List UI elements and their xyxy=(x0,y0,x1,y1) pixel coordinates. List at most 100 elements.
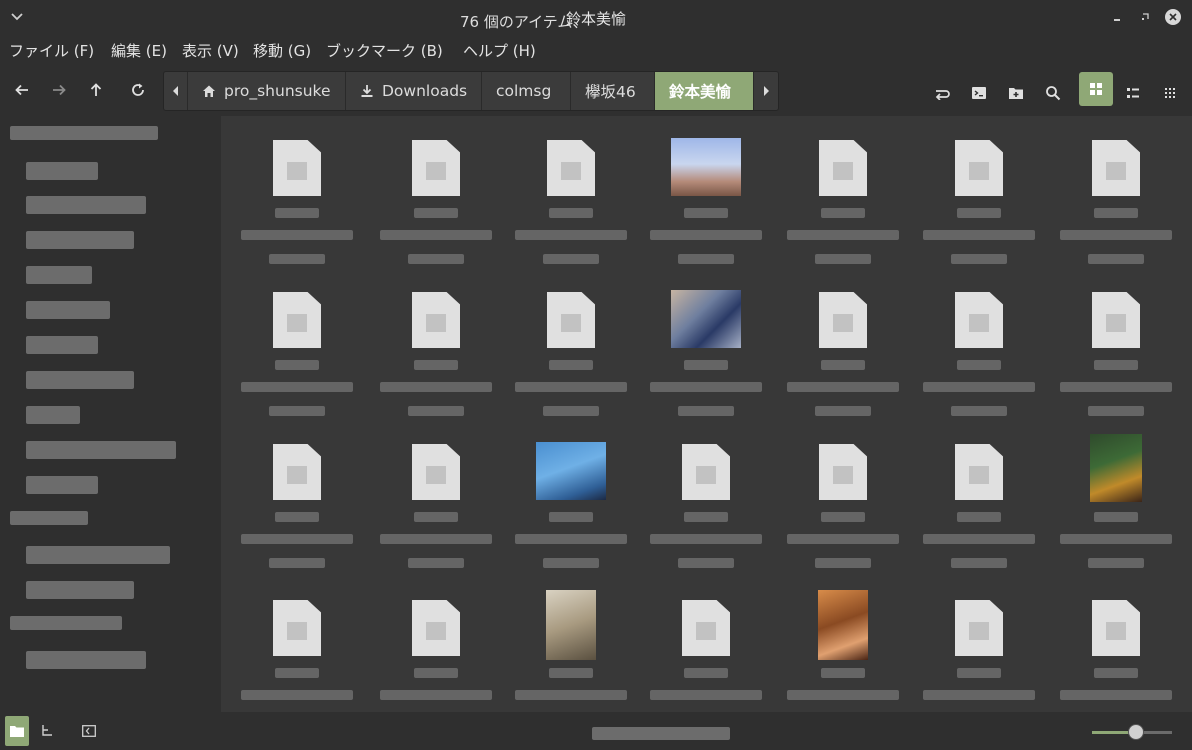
file-name-label xyxy=(1094,668,1138,678)
menu-file[interactable]: ファイル (F) xyxy=(9,40,94,61)
forward-button[interactable] xyxy=(45,76,73,104)
file-item[interactable] xyxy=(376,586,496,712)
file-item[interactable] xyxy=(646,278,766,428)
sidebar-item[interactable] xyxy=(26,546,170,564)
file-item[interactable] xyxy=(237,278,357,428)
file-item[interactable] xyxy=(237,430,357,580)
sidebar-item[interactable] xyxy=(26,266,92,284)
sidebar-item[interactable] xyxy=(26,476,98,494)
file-item[interactable] xyxy=(376,430,496,580)
file-item[interactable] xyxy=(646,430,766,580)
file-item[interactable] xyxy=(376,126,496,276)
file-item[interactable] xyxy=(1056,586,1176,712)
maximize-icon[interactable] xyxy=(1134,6,1156,28)
back-button[interactable] xyxy=(8,76,36,104)
sidebar-item[interactable] xyxy=(26,231,134,249)
file-item[interactable] xyxy=(919,126,1039,276)
sidebar-item[interactable] xyxy=(26,336,98,354)
reload-icon xyxy=(132,83,144,96)
breadcrumb-home[interactable]: pro_shunsuke xyxy=(188,72,346,110)
file-item[interactable] xyxy=(919,586,1039,712)
file-item[interactable] xyxy=(511,430,631,580)
chevron-left-icon xyxy=(172,86,178,96)
breadcrumb-downloads[interactable]: Downloads xyxy=(346,72,482,110)
menu-help[interactable]: ヘルプ (H) xyxy=(463,40,536,61)
show-tree-button[interactable] xyxy=(35,716,59,746)
sidebar-item[interactable] xyxy=(26,162,98,180)
status-item-count: 76 個のアイテム、 xyxy=(460,13,588,31)
file-item[interactable] xyxy=(646,586,766,712)
zoom-slider-handle[interactable] xyxy=(1128,724,1144,740)
file-item[interactable] xyxy=(919,278,1039,428)
text-file-icon xyxy=(547,140,595,196)
sidebar-item[interactable] xyxy=(26,406,80,424)
sidebar-item[interactable] xyxy=(26,581,134,599)
terminal-icon xyxy=(972,87,986,99)
sidebar-item[interactable] xyxy=(26,301,110,319)
new-folder-icon xyxy=(1009,88,1023,99)
file-item[interactable] xyxy=(511,126,631,276)
file-name-label xyxy=(957,360,1001,370)
file-name-label xyxy=(1060,382,1172,392)
file-name-label xyxy=(549,208,593,218)
file-name-label xyxy=(1060,534,1172,544)
file-item[interactable] xyxy=(783,586,903,712)
file-name-label xyxy=(951,406,1007,416)
minimize-icon[interactable] xyxy=(1106,6,1128,28)
file-item[interactable] xyxy=(1056,278,1176,428)
file-name-label xyxy=(1060,230,1172,240)
file-item[interactable] xyxy=(237,586,357,712)
status-free-space xyxy=(592,727,730,740)
file-item[interactable] xyxy=(1056,430,1176,580)
file-name-label xyxy=(380,690,492,700)
file-item[interactable] xyxy=(511,278,631,428)
breadcrumb-keyakizaka[interactable]: 欅坂46 xyxy=(571,72,655,110)
sidebar-item[interactable] xyxy=(26,196,146,214)
file-item[interactable] xyxy=(511,586,631,712)
menu-bookmarks[interactable]: ブックマーク (B) xyxy=(326,40,443,61)
sidebar-item[interactable] xyxy=(26,371,134,389)
file-item[interactable] xyxy=(919,430,1039,580)
menu-go[interactable]: 移動 (G) xyxy=(253,40,311,61)
file-item[interactable] xyxy=(1056,126,1176,276)
file-item[interactable] xyxy=(376,278,496,428)
toggle-location-button[interactable] xyxy=(925,76,959,110)
show-places-button[interactable] xyxy=(5,716,29,746)
file-name-label xyxy=(815,558,871,568)
tree-icon xyxy=(42,725,52,736)
file-item[interactable] xyxy=(783,126,903,276)
up-button[interactable] xyxy=(82,76,110,104)
breadcrumb-scroll-right[interactable] xyxy=(754,72,778,110)
hide-sidebar-button[interactable] xyxy=(77,716,101,746)
file-name-label xyxy=(241,690,353,700)
file-name-label xyxy=(684,360,728,370)
reload-button[interactable] xyxy=(124,76,152,104)
breadcrumb-scroll-left[interactable] xyxy=(164,72,188,110)
sidebar-item[interactable] xyxy=(26,441,176,459)
file-name-label xyxy=(1094,360,1138,370)
file-name-label xyxy=(678,558,734,568)
zoom-slider[interactable] xyxy=(1092,724,1172,740)
file-name-label xyxy=(787,230,899,240)
new-folder-button[interactable] xyxy=(999,76,1033,110)
file-name-label xyxy=(543,254,599,264)
menu-edit[interactable]: 編集 (E) xyxy=(111,40,167,61)
menu-view[interactable]: 表示 (V) xyxy=(182,40,239,61)
file-item[interactable] xyxy=(646,126,766,276)
file-name-label xyxy=(414,512,458,522)
home-icon xyxy=(202,84,216,98)
file-name-label xyxy=(414,360,458,370)
file-item[interactable] xyxy=(783,430,903,580)
open-terminal-button[interactable] xyxy=(962,76,996,110)
close-icon[interactable] xyxy=(1162,6,1184,28)
sidebar-item[interactable] xyxy=(26,651,146,669)
file-item[interactable] xyxy=(783,278,903,428)
file-item[interactable] xyxy=(237,126,357,276)
compact-view-button[interactable] xyxy=(1153,76,1187,110)
breadcrumb-colmsg[interactable]: colmsg xyxy=(482,72,571,110)
file-name-label xyxy=(951,558,1007,568)
breadcrumb-current[interactable]: 鈴本美愉 xyxy=(655,72,754,110)
search-button[interactable] xyxy=(1036,76,1070,110)
icon-view-button[interactable] xyxy=(1079,72,1113,106)
list-view-button[interactable] xyxy=(1116,76,1150,110)
